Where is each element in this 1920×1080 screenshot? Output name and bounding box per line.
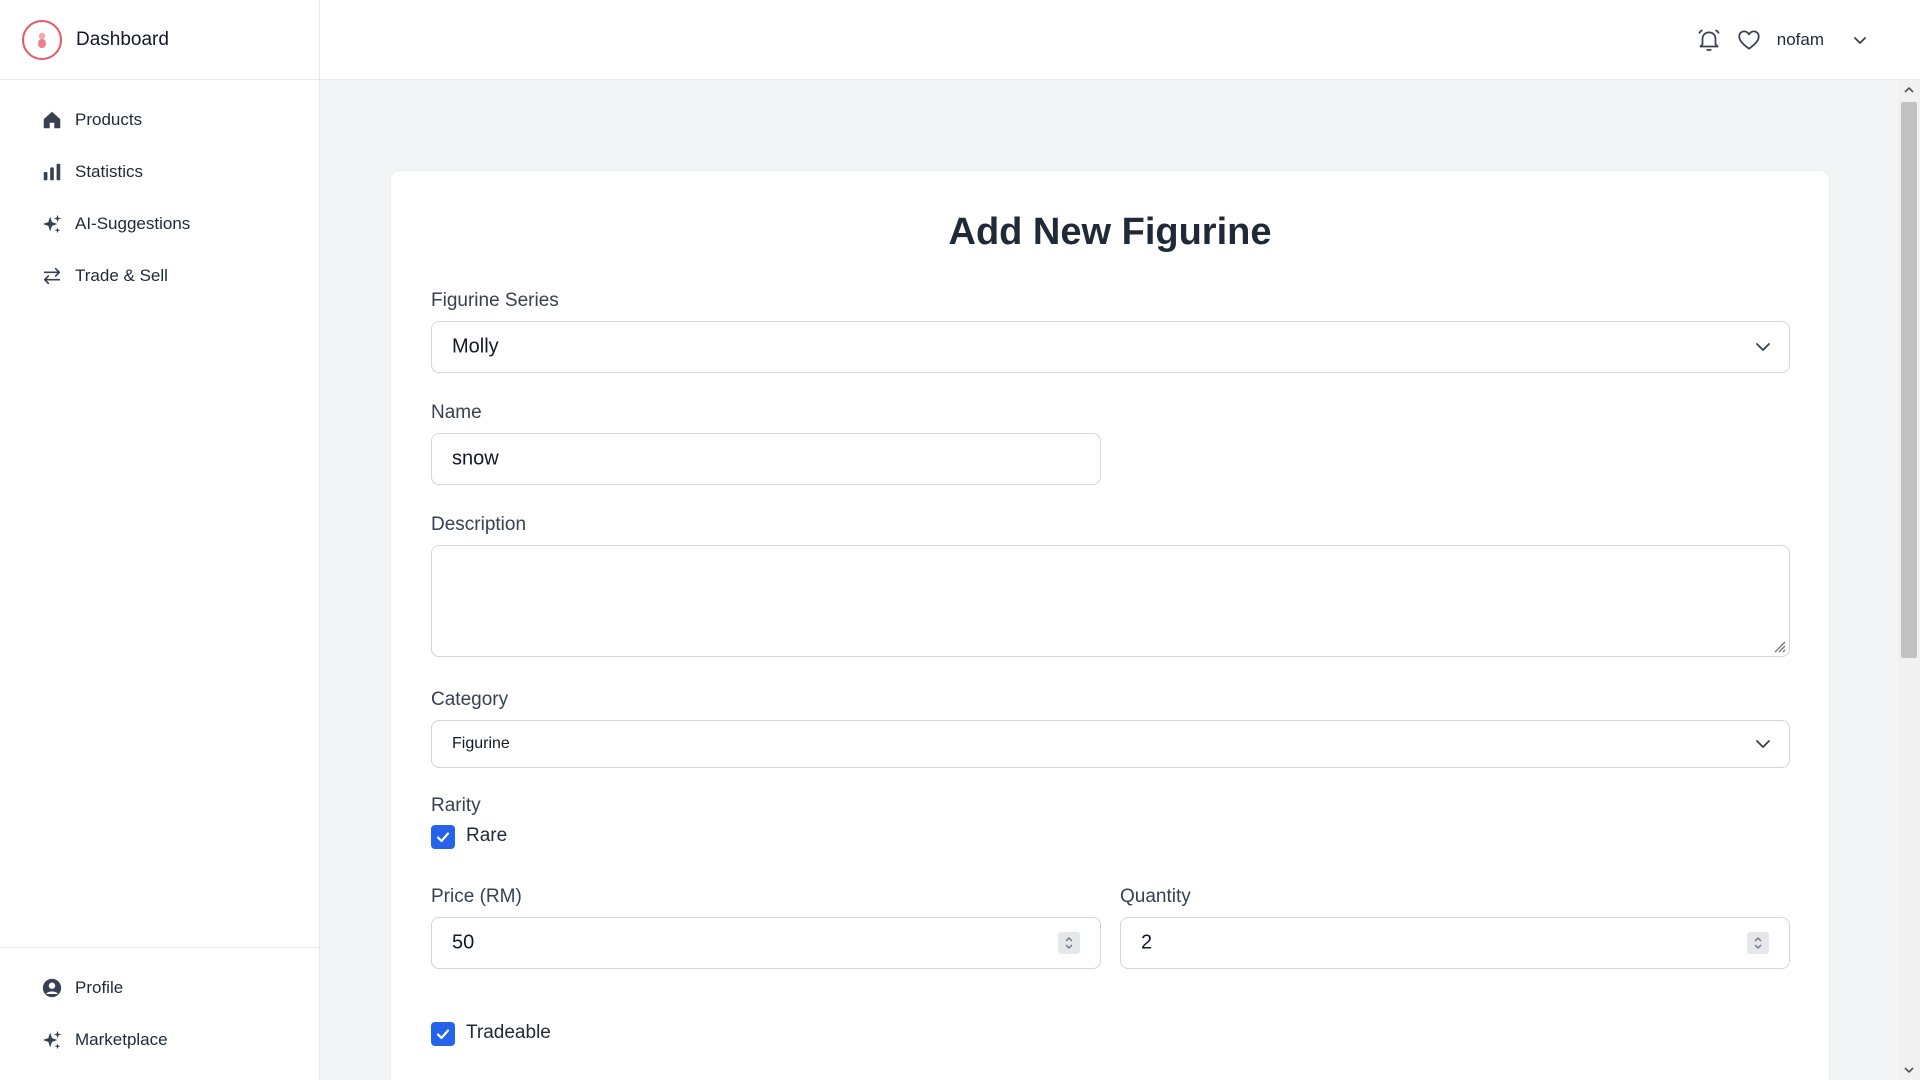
name-input-value: snow: [452, 447, 499, 470]
swap-arrows-icon: [40, 264, 64, 288]
sidebar-item-marketplace[interactable]: Marketplace: [0, 1014, 319, 1066]
sidebar-item-trade-sell[interactable]: Trade & Sell: [0, 250, 319, 302]
check-icon: [436, 832, 450, 843]
topbar: nofam: [320, 0, 1920, 80]
scroll-down-icon[interactable]: [1903, 1064, 1915, 1076]
sparkles-icon: [40, 212, 64, 236]
page-scrollbar[interactable]: [1898, 80, 1920, 1080]
category-select[interactable]: Figurine: [431, 720, 1790, 768]
name-input[interactable]: snow: [431, 433, 1101, 485]
heart-icon[interactable]: [1735, 26, 1763, 54]
rarity-rare-label[interactable]: Rare: [466, 825, 507, 847]
price-input-value: 50: [452, 931, 475, 954]
stepper-arrows-icon: [1754, 937, 1762, 949]
scrollbar-thumb[interactable]: [1901, 102, 1917, 658]
bell-icon[interactable]: [1695, 26, 1723, 54]
sidebar-item-label: Profile: [75, 978, 124, 997]
name-label: Name: [431, 402, 482, 423]
user-circle-icon: [40, 976, 64, 1000]
price-stepper[interactable]: [1058, 932, 1080, 954]
quantity-label: Quantity: [1120, 886, 1191, 907]
brand[interactable]: Dashboard: [0, 0, 319, 80]
sidebar: Dashboard Products Statistics AI-Suggest…: [0, 0, 320, 1080]
chevron-down-icon[interactable]: [1850, 30, 1870, 50]
rarity-rare-checkbox[interactable]: [431, 825, 455, 849]
tradeable-label[interactable]: Tradeable: [466, 1022, 551, 1044]
quantity-stepper[interactable]: [1747, 932, 1769, 954]
tradeable-checkbox[interactable]: [431, 1022, 455, 1046]
bar-chart-icon: [40, 160, 64, 184]
series-select[interactable]: Molly: [431, 321, 1790, 373]
scroll-up-icon[interactable]: [1903, 84, 1915, 96]
series-label: Figurine Series: [431, 290, 559, 311]
sidebar-item-label: Statistics: [75, 162, 144, 181]
page-title: Add New Figurine: [948, 211, 1272, 253]
add-figurine-form: Add New Figurine Figurine Series Molly N…: [390, 170, 1830, 1080]
user-menu-name[interactable]: nofam: [1777, 30, 1824, 50]
stepper-arrows-icon: [1065, 937, 1073, 949]
resize-handle-icon[interactable]: [1772, 639, 1786, 653]
quantity-input[interactable]: 2: [1120, 917, 1790, 969]
sidebar-nav: Products Statistics AI-Suggestions Trade…: [0, 80, 319, 302]
sidebar-item-statistics[interactable]: Statistics: [0, 146, 319, 198]
category-select-value: Figurine: [452, 735, 510, 752]
topbar-actions: nofam: [1683, 0, 1870, 80]
description-textarea[interactable]: [431, 545, 1790, 657]
quantity-input-value: 2: [1141, 931, 1153, 954]
brand-title: Dashboard: [76, 28, 169, 50]
check-icon: [436, 1029, 450, 1040]
price-input[interactable]: 50: [431, 917, 1101, 969]
description-label: Description: [431, 514, 527, 535]
brand-logo-icon: [22, 19, 62, 60]
sidebar-item-products[interactable]: Products: [0, 94, 319, 146]
sidebar-bottom-nav: Profile Marketplace: [0, 947, 319, 1080]
sidebar-item-label: Trade & Sell: [75, 266, 168, 285]
sidebar-item-profile[interactable]: Profile: [0, 962, 319, 1014]
chevron-down-icon: [1756, 740, 1770, 748]
series-select-value: Molly: [452, 335, 499, 358]
price-label: Price (RM): [431, 886, 522, 907]
category-label: Category: [431, 689, 509, 710]
chevron-down-icon: [1756, 343, 1770, 351]
rarity-label: Rarity: [431, 795, 481, 816]
sidebar-item-label: Marketplace: [75, 1030, 168, 1049]
sidebar-item-label: Products: [75, 110, 143, 129]
sparkles-icon: [40, 1028, 64, 1052]
sidebar-item-label: AI-Suggestions: [75, 214, 191, 233]
sidebar-item-ai-suggestions[interactable]: AI-Suggestions: [0, 198, 319, 250]
home-icon: [40, 108, 64, 132]
